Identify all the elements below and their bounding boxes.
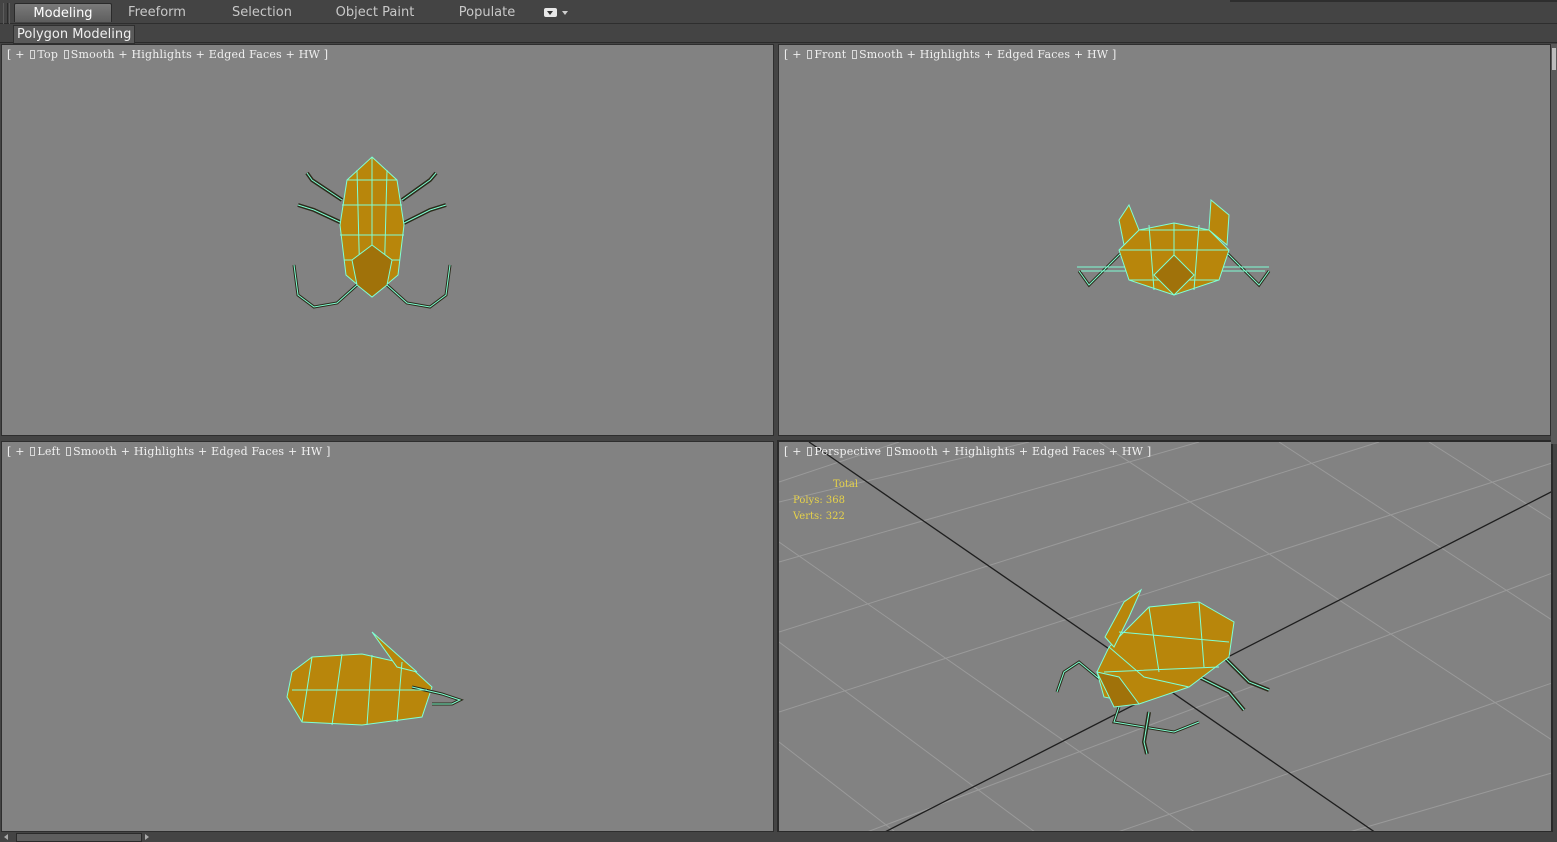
tab-modeling[interactable]: Modeling — [14, 3, 112, 22]
time-prev-icon[interactable] — [4, 834, 8, 840]
polygon-stats: Total Polys: 368 Verts: 322 — [793, 477, 858, 525]
beetle-model-left — [286, 631, 464, 726]
time-next-icon[interactable] — [145, 834, 149, 840]
perspective-grid — [779, 442, 1551, 831]
ribbon-panel-bar: Polygon Modeling — [0, 24, 1557, 44]
viewport-perspective[interactable]: [ + Perspective Smooth + Highlights + Ed… — [777, 440, 1553, 833]
stats-verts-value: 322 — [825, 511, 845, 522]
ribbon-top-divider — [1230, 0, 1557, 2]
panel-polygon-modeling[interactable]: Polygon Modeling — [13, 25, 136, 44]
viewport-front[interactable]: [ + Front Smooth + Highlights + Edged Fa… — [778, 44, 1551, 436]
tab-freeform[interactable]: Freeform — [118, 3, 196, 22]
viewport-front-label[interactable]: [ + Front Smooth + Highlights + Edged Fa… — [784, 48, 1117, 61]
beetle-model-front — [1077, 198, 1271, 296]
viewport-top-label[interactable]: [ + Top Smooth + Highlights + Edged Face… — [7, 48, 328, 61]
scrollbar-thumb[interactable] — [1552, 48, 1556, 70]
viewport-left[interactable]: [ + Left Smooth + Highlights + Edged Fac… — [1, 441, 774, 832]
ribbon-tab-bar: Modeling Freeform Selection Object Paint… — [0, 0, 1557, 41]
viewport-left-label[interactable]: [ + Left Smooth + Highlights + Edged Fac… — [7, 445, 331, 458]
time-slider-bar — [0, 832, 1557, 842]
stats-polys: Polys: 368 — [793, 495, 845, 506]
stats-verts: Verts: 322 — [793, 511, 845, 522]
beetle-model-top — [292, 156, 452, 309]
stats-total-label: Total — [833, 479, 859, 490]
tab-populate[interactable]: Populate — [450, 3, 524, 22]
beetle-model-perspective — [1055, 588, 1270, 755]
tab-object-paint[interactable]: Object Paint — [330, 3, 420, 22]
time-slider[interactable] — [16, 833, 142, 842]
ribbon-dropdown-icon[interactable] — [544, 8, 568, 18]
dropdown-box-icon — [544, 8, 557, 17]
viewport-scrollbar[interactable] — [1551, 44, 1557, 444]
chevron-down-icon — [562, 11, 568, 15]
viewport-perspective-label[interactable]: [ + Perspective Smooth + Highlights + Ed… — [784, 445, 1151, 458]
stats-polys-value: 368 — [825, 495, 845, 506]
viewport-top[interactable]: [ + Top Smooth + Highlights + Edged Face… — [1, 44, 774, 436]
tab-selection[interactable]: Selection — [222, 3, 302, 22]
